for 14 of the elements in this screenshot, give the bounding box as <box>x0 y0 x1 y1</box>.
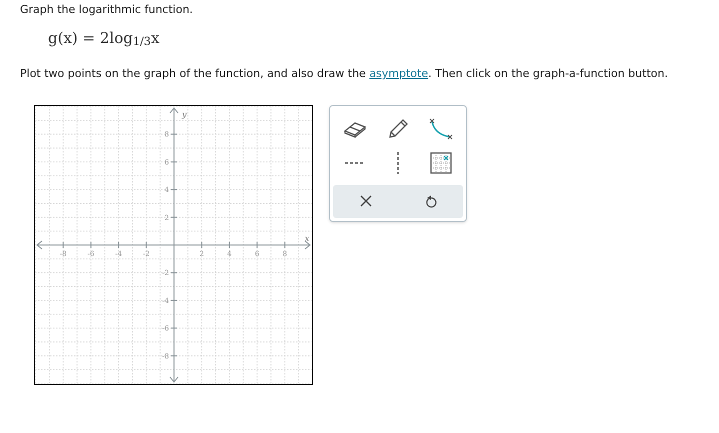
instruction-text: Plot two points on the graph of the function, and also draw the asymptote. Then click on the graph-a-function button. <box>19 66 669 82</box>
equation: g(x) = 2log$_{1/3}$x <box>47 28 160 49</box>
grid-icon <box>430 152 452 174</box>
asymptote-link[interactable]: asymptote <box>369 67 428 80</box>
dashed-line-icon <box>396 152 400 174</box>
curve-icon <box>428 118 454 140</box>
close-icon <box>360 195 372 207</box>
y-axis-label: y <box>182 110 187 118</box>
prompt-text: Graph the logarithmic function. <box>19 2 194 18</box>
pencil-icon <box>386 118 409 140</box>
eraser-icon <box>342 120 367 138</box>
dashed-line-icon <box>344 160 365 164</box>
x-axis-label: x <box>304 234 310 242</box>
undo-icon <box>424 194 436 208</box>
